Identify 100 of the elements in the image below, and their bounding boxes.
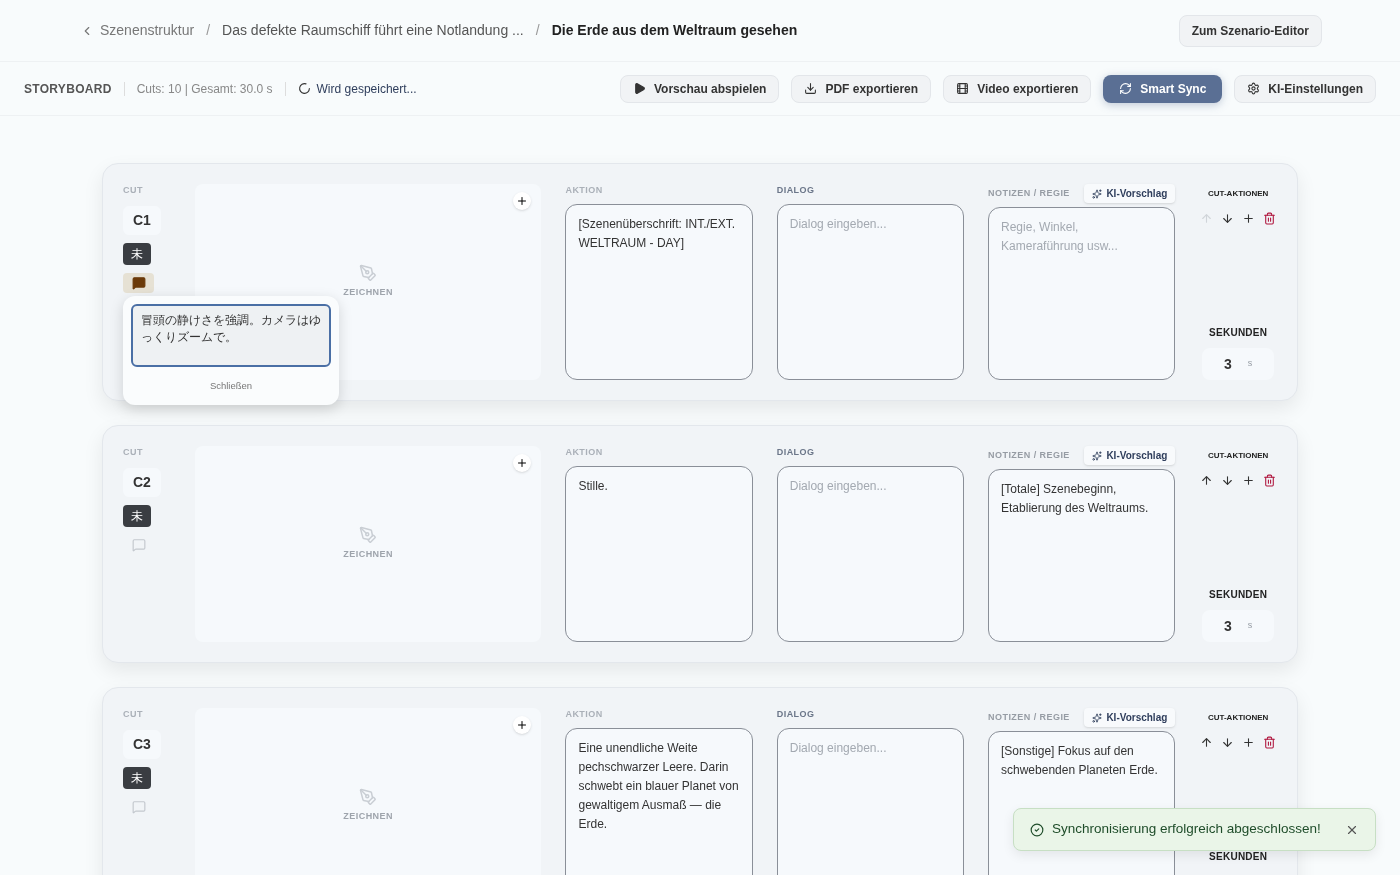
film-icon <box>956 82 970 95</box>
add-cut-button[interactable] <box>1242 212 1256 225</box>
seconds-field[interactable]: 3 s <box>1202 610 1275 642</box>
notes-label: NOTIZEN / REGIE <box>988 710 1070 724</box>
cut-label: CUT <box>123 708 143 721</box>
plus-icon <box>1242 474 1256 487</box>
delete-button[interactable] <box>1263 212 1277 225</box>
sparkles-icon <box>1092 712 1103 723</box>
toolbar-button[interactable]: Smart Sync <box>1103 74 1223 103</box>
dialog-label: DIALOG <box>776 184 816 197</box>
play-icon <box>632 82 646 95</box>
add-button[interactable] <box>513 454 532 472</box>
breadcrumb[interactable]: Das defekte Raumschiff führt eine Notlandung ... <box>222 20 524 41</box>
storyboard-title: STORYBOARD <box>24 80 112 98</box>
save-status: Wird gespeichert... <box>316 80 417 98</box>
download-icon <box>804 82 818 95</box>
notes-field[interactable]: [Totale] Szenebeginn, Etablierung des Weltraums. <box>988 469 1176 642</box>
delete-button[interactable] <box>1263 474 1277 487</box>
cut-number: C1 <box>123 205 161 235</box>
toolbar-button[interactable]: PDF exportieren <box>791 74 932 103</box>
settings-icon <box>1247 82 1261 95</box>
cut-label: CUT <box>123 446 143 459</box>
breadcrumb: Die Erde aus dem Weltraum gesehen <box>551 21 798 40</box>
status-badge: 未 <box>123 242 151 265</box>
seconds-unit: s <box>1247 619 1253 633</box>
cut-actions-label: CUT-AKTIONEN <box>1207 188 1269 200</box>
arrow-down-icon <box>1221 736 1235 749</box>
action-field[interactable]: Eine unendliche Weite pechschwarzer Leere. Darin schwebt ein blauer Planet von gewaltigem Ausmaß — die Erde. <box>565 727 753 875</box>
close-button[interactable]: Schließen <box>209 379 253 394</box>
pen-icon <box>359 526 378 545</box>
ai-suggestion-button[interactable]: KI-Vorschlag <box>1084 184 1176 203</box>
ai-suggestion-button[interactable]: KI-Vorschlag <box>1084 446 1176 465</box>
plus-icon <box>516 457 529 469</box>
dialog-label: DIALOG <box>776 708 816 721</box>
pen-icon <box>359 788 378 807</box>
dialog-label: DIALOG <box>776 446 816 459</box>
back-link[interactable]: Szenenstruktur <box>80 20 195 41</box>
notes-field[interactable]: Regie, Winkel, Kameraführung usw... <box>988 207 1176 380</box>
seconds-value: 3 <box>1224 616 1232 636</box>
status-badge: 未 <box>123 504 151 527</box>
scenario-editor-button[interactable]: Zum Szenario-Editor <box>1178 14 1322 47</box>
comment-icon <box>131 537 146 552</box>
plus-icon <box>1242 212 1256 225</box>
sparkles-icon <box>1092 188 1103 199</box>
notes-label: NOTIZEN / REGIE <box>988 186 1070 200</box>
seconds-label: SEKUNDEN <box>1209 326 1268 340</box>
arrow-up-icon <box>1200 736 1214 749</box>
comment-icon <box>131 275 146 290</box>
cut-actions-label: CUT-AKTIONEN <box>1207 712 1269 724</box>
comment-icon <box>131 799 146 814</box>
arrow-down-icon <box>1221 474 1235 487</box>
action-field[interactable]: [Szenenüberschrift: INT./EXT. WELTRAUM - DAY] <box>565 203 753 380</box>
note-button[interactable] <box>123 272 154 293</box>
ai-suggestion-button[interactable]: KI-Vorschlag <box>1084 708 1176 727</box>
check-circle-icon <box>1030 822 1044 837</box>
cut-stats: Cuts: 10 | Gesamt: 30.0 s <box>136 80 273 98</box>
add-cut-button[interactable] <box>1242 736 1256 749</box>
action-field[interactable]: Stille. <box>565 465 753 642</box>
draw-label: ZEICHNEN <box>343 286 393 300</box>
toolbar-button[interactable]: KI-Einstellungen <box>1234 74 1376 103</box>
arrow-down-icon <box>1221 212 1235 225</box>
dialog-field[interactable]: Dialog eingeben... <box>776 727 965 875</box>
action-label: AKTION <box>565 446 604 459</box>
dialog-field[interactable]: Dialog eingeben... <box>776 465 965 642</box>
trash-icon <box>1263 212 1277 225</box>
plus-icon <box>516 719 529 731</box>
cut-number: C3 <box>123 729 161 759</box>
add-cut-button[interactable] <box>1242 474 1256 487</box>
seconds-field[interactable]: 3 s <box>1202 348 1275 380</box>
toolbar-button[interactable]: Video exportieren <box>943 74 1092 103</box>
cut-label: CUT <box>123 184 143 197</box>
action-label: AKTION <box>565 708 604 721</box>
plus-icon <box>1242 736 1256 749</box>
add-button[interactable] <box>513 192 532 210</box>
breadcrumb-separator: / <box>206 21 211 40</box>
trash-icon <box>1263 474 1277 487</box>
breadcrumb-separator: / <box>535 21 540 40</box>
move-down-button[interactable] <box>1221 736 1235 749</box>
seconds-label: SEKUNDEN <box>1209 850 1268 864</box>
add-button[interactable] <box>513 716 532 734</box>
draw-label: ZEICHNEN <box>343 548 393 562</box>
arrow-up-icon <box>1200 474 1214 487</box>
toolbar-button[interactable]: Vorschau abspielen <box>619 74 780 103</box>
sparkles-icon <box>1092 450 1103 461</box>
action-label: AKTION <box>565 184 604 197</box>
move-down-button[interactable] <box>1221 212 1235 225</box>
seconds-unit: s <box>1247 357 1253 371</box>
move-up-button[interactable] <box>1200 736 1214 749</box>
spinner-icon <box>297 82 311 95</box>
pen-icon <box>359 264 378 283</box>
status-badge: 未 <box>123 766 151 789</box>
note-field[interactable]: 冒頭の静けさを強調。カメラはゆっくりズームで。 <box>131 304 331 367</box>
dialog-field[interactable]: Dialog eingeben... <box>776 203 965 380</box>
move-down-button[interactable] <box>1221 474 1235 487</box>
plus-icon <box>516 195 529 207</box>
delete-button[interactable] <box>1263 736 1277 749</box>
cut-actions-label: CUT-AKTIONEN <box>1207 450 1269 462</box>
notes-label: NOTIZEN / REGIE <box>988 448 1070 462</box>
arrow-up-icon <box>1200 212 1214 225</box>
move-up-button[interactable] <box>1200 474 1214 487</box>
